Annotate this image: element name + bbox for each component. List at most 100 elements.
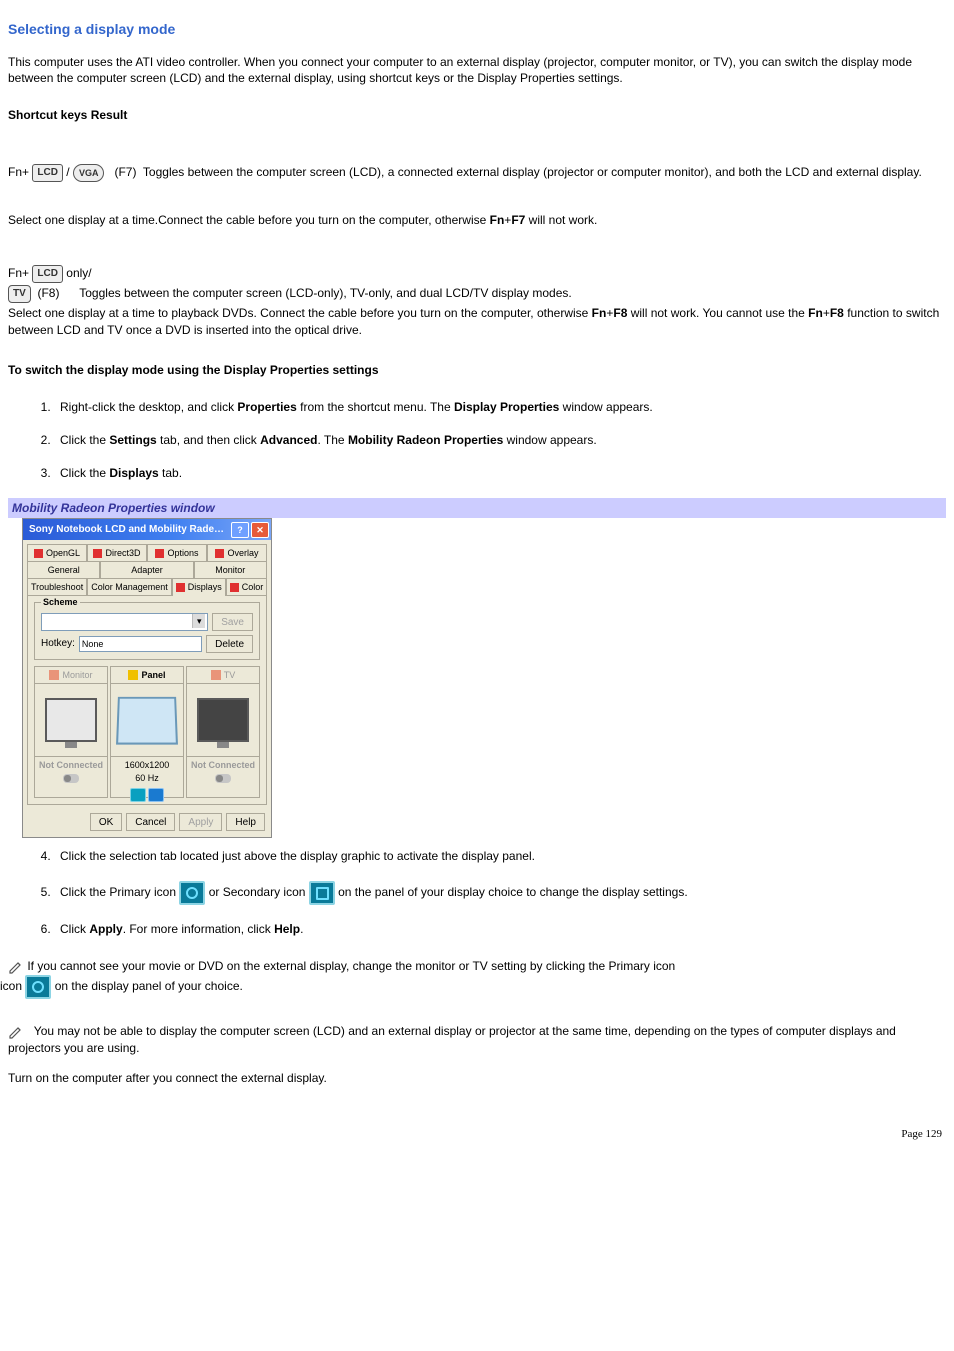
toggle-icon[interactable] [215, 774, 231, 783]
toggle-icon[interactable] [63, 774, 79, 783]
page-number: Page 129 [8, 1127, 942, 1142]
dialog-tabs: OpenGL Direct3D Options Overlay General … [23, 540, 271, 595]
tv-tab-label: TV [224, 669, 236, 682]
f8-description: Toggles between the computer screen (LCD… [79, 286, 571, 300]
s2b: tab, and then click [157, 433, 260, 447]
tab-troubleshoot[interactable]: Troubleshoot [27, 578, 87, 595]
s2c: . The [317, 433, 347, 447]
note2-text: You may not be able to display the compu… [8, 1024, 896, 1055]
titlebar-close-button[interactable]: ✕ [251, 522, 269, 538]
panel-tab[interactable]: Panel [110, 666, 184, 683]
dialog-button-row: OK Cancel Apply Help [23, 809, 271, 837]
apply-button[interactable]: Apply [179, 813, 222, 831]
tab-general[interactable]: General [27, 561, 100, 578]
s3a: Click the [60, 466, 109, 480]
fn-bold-3: Fn [808, 306, 823, 320]
tv-tab[interactable]: TV [186, 666, 260, 683]
monitor-tab-label: Monitor [62, 669, 92, 682]
s2a: Click the [60, 433, 109, 447]
scheme-group: Scheme Save Hotkey: None Delete [34, 602, 260, 660]
s5a: Click the Primary icon [60, 885, 179, 899]
tab-color-management[interactable]: Color Management [87, 578, 172, 595]
page-title: Selecting a display mode [8, 20, 946, 40]
step-6: Click Apply. For more information, click… [54, 921, 946, 938]
monitor-column: Monitor Not Connected [34, 666, 108, 798]
panel-footer: 1600x1200 60 Hz [110, 757, 184, 798]
panel-res: 1600x1200 [111, 759, 183, 772]
tab-options[interactable]: Options [147, 544, 207, 561]
f7-note-a: Select one display at a time.Connect the… [8, 213, 490, 227]
s3-bold1: Displays [109, 466, 158, 480]
monitor-thumb[interactable] [34, 683, 108, 757]
tab-color[interactable]: Color [226, 578, 268, 595]
display-thumbnails: Monitor Not Connected Panel 1600x1200 60… [34, 666, 260, 798]
panel-thumb[interactable] [110, 683, 184, 757]
primary-icon [179, 881, 205, 905]
delete-button[interactable]: Delete [206, 635, 253, 653]
scheme-dropdown[interactable] [41, 613, 208, 631]
f8-bold-2: F8 [830, 306, 844, 320]
save-button[interactable]: Save [212, 613, 253, 631]
intro-paragraph: This computer uses the ATI video control… [8, 54, 946, 88]
s1-bold2: Display Properties [454, 400, 559, 414]
s6a: Click [60, 922, 89, 936]
laptop-graphic [116, 697, 178, 745]
tab-monitor-label: Monitor [215, 564, 245, 577]
dialog-title: Sony Notebook LCD and Mobility Radeon 75… [29, 523, 229, 537]
tv-column: TV Not Connected [186, 666, 260, 798]
pencil-note-icon [8, 1024, 24, 1040]
tab-adapter[interactable]: Adapter [100, 561, 193, 578]
f7-note-tail: will not work. [525, 213, 597, 227]
vga-icon: VGA [73, 164, 105, 182]
figure-caption: Mobility Radeon Properties window [12, 501, 215, 515]
tab-overlay[interactable]: Overlay [207, 544, 267, 561]
help-button[interactable]: Help [226, 813, 265, 831]
secondary-mini-icon[interactable] [148, 788, 164, 802]
f8-note: Select one display at a time to playback… [8, 305, 946, 339]
ati-icon [34, 549, 43, 558]
s2-bold1: Settings [109, 433, 156, 447]
ati-icon [155, 549, 164, 558]
dialog-body: Scheme Save Hotkey: None Delete Monitor … [27, 595, 267, 805]
tab-opengl[interactable]: OpenGL [27, 544, 87, 561]
switch-heading: To switch the display mode using the Dis… [8, 362, 946, 379]
mobility-radeon-dialog: Sony Notebook LCD and Mobility Radeon 75… [22, 518, 272, 838]
tv-footer: Not Connected [186, 757, 260, 798]
steps-list-continued: Click the selection tab located just abo… [8, 848, 946, 938]
s1-bold1: Properties [237, 400, 296, 414]
s5b: or Secondary icon [205, 885, 308, 899]
s1c: window appears. [559, 400, 652, 414]
titlebar-help-button[interactable]: ? [231, 522, 249, 538]
tab-troubleshoot-label: Troubleshoot [31, 581, 83, 594]
lcd-icon-2: LCD [32, 265, 63, 283]
tab-direct3d[interactable]: Direct3D [87, 544, 147, 561]
monitor-footer: Not Connected [34, 757, 108, 798]
corner-icon [211, 670, 221, 680]
tv-thumb[interactable] [186, 683, 260, 757]
primary-mini-icon[interactable] [130, 788, 146, 802]
s2-bold3: Mobility Radeon Properties [348, 433, 503, 447]
s5c: on the panel of your display choice to c… [335, 885, 688, 899]
tv-icon: TV [8, 285, 31, 303]
tab-color-label: Color [242, 581, 264, 594]
hotkey-input[interactable]: None [79, 636, 202, 652]
ati-icon [93, 549, 102, 558]
tab-displays[interactable]: Displays [172, 578, 226, 595]
f8-bold: F8 [613, 306, 627, 320]
fn-bold: Fn [490, 213, 505, 227]
cancel-button[interactable]: Cancel [126, 813, 175, 831]
tab-monitor[interactable]: Monitor [194, 561, 267, 578]
monitor-tab[interactable]: Monitor [34, 666, 108, 683]
step-5: Click the Primary icon or Secondary icon… [54, 881, 946, 905]
f7-key-label: (F7) [114, 165, 136, 179]
hotkey-label: Hotkey: [41, 637, 75, 651]
secondary-icon [309, 881, 335, 905]
f7-shortcut-row: Fn+ LCD / VGA (F7) Toggles between the c… [8, 164, 946, 182]
tab-opengl-label: OpenGL [46, 547, 80, 560]
f8-line2: TV (F8) Toggles between the computer scr… [8, 285, 946, 303]
ok-button[interactable]: OK [90, 813, 122, 831]
f7-note: Select one display at a time.Connect the… [8, 212, 946, 229]
dialog-titlebar[interactable]: Sony Notebook LCD and Mobility Radeon 75… [23, 519, 271, 540]
step-2: Click the Settings tab, and then click A… [54, 432, 946, 449]
primary-icon-2 [25, 975, 51, 999]
